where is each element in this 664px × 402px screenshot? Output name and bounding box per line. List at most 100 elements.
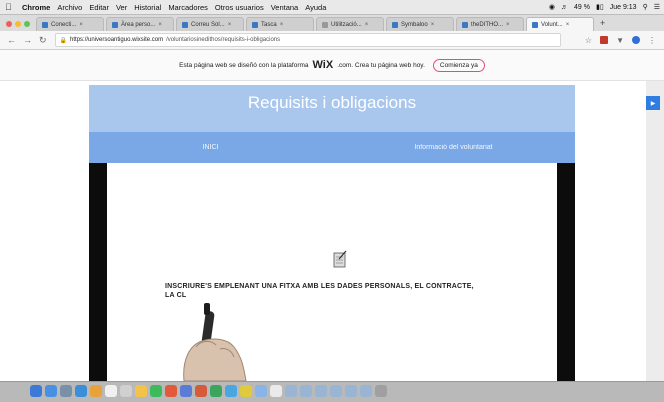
battery-icon[interactable]: ▮▯ — [596, 3, 604, 11]
tab-favicon-icon — [322, 21, 328, 28]
calendar-icon[interactable] — [105, 385, 117, 397]
folder-icon-6[interactable] — [360, 385, 372, 397]
comienza-ya-button[interactable]: Comienza ya — [432, 58, 485, 72]
macos-dock — [0, 381, 664, 402]
tab-favicon-icon — [42, 21, 48, 28]
close-tab-icon[interactable]: × — [228, 22, 232, 28]
menu-kebab-icon[interactable]: ⋮ — [648, 36, 656, 45]
skype-icon[interactable] — [225, 385, 237, 397]
menu-editar[interactable]: Editar — [89, 3, 109, 12]
tab-favicon-icon — [112, 21, 118, 28]
close-tab-icon[interactable]: × — [566, 22, 570, 28]
notification-center-icon[interactable]: ☰ — [654, 3, 660, 11]
extension-pin-icon[interactable]: ▼ — [616, 36, 624, 45]
tab-7[interactable]: theDITHO... × — [456, 17, 524, 31]
menubar-status-area: ◉ ♬ 49 % ▮▯ Jue 9:13 ⚲ ☰ — [549, 0, 660, 14]
close-tab-icon[interactable]: × — [280, 22, 284, 28]
video-player[interactable]: INSCRIURE'S EMPLENANT UNA FITXA AMB LES … — [89, 163, 575, 381]
apple-icon[interactable]:  — [5, 2, 15, 12]
close-tab-icon[interactable]: × — [158, 22, 162, 28]
volume-icon[interactable]: ♬ — [561, 4, 568, 11]
wix-banner-suffix: .com. Crea tu página web hoy. — [337, 61, 425, 69]
url-domain: https://universoantiguo.wixsite.com — [70, 37, 164, 43]
extension-red-icon[interactable] — [600, 36, 609, 44]
new-tab-button[interactable]: + — [600, 18, 605, 28]
tab-favicon-icon — [182, 21, 188, 28]
reload-icon[interactable]: ↻ — [39, 35, 47, 46]
trash-icon[interactable] — [375, 385, 387, 397]
nav-item-informacio-voluntariat[interactable]: Informació del voluntariat — [332, 132, 575, 163]
menu-otros-usuarios[interactable]: Otros usuarios — [215, 3, 264, 12]
bookmark-star-icon[interactable]: ☆ — [585, 36, 592, 45]
photos-icon[interactable] — [135, 385, 147, 397]
excel-icon[interactable] — [210, 385, 222, 397]
notepad-icon — [333, 250, 347, 268]
close-tab-icon[interactable]: × — [365, 22, 369, 28]
close-tab-icon[interactable]: × — [431, 22, 435, 28]
site-header: Requisits i obligacions INICI Informació… — [89, 85, 575, 163]
tab-3[interactable]: Correu Sol... × — [176, 17, 244, 31]
side-badge-icon[interactable]: ▶ — [646, 96, 660, 110]
chrome-icon[interactable] — [90, 385, 102, 397]
video-frame: INSCRIURE'S EMPLENANT UNA FITXA AMB LES … — [107, 163, 557, 381]
zoom-window-button[interactable] — [24, 21, 30, 27]
menu-marcadores[interactable]: Marcadores — [168, 3, 208, 12]
system-preferences-icon[interactable] — [60, 385, 72, 397]
tab-label: Utilització... — [331, 21, 362, 28]
folder-icon-1[interactable] — [285, 385, 297, 397]
toolbar-extensions: ☆ ▼ ⋮ — [585, 36, 656, 45]
notes-icon[interactable] — [120, 385, 132, 397]
clock[interactable]: Jue 9:13 — [610, 4, 637, 11]
menu-archivo[interactable]: Archivo — [57, 3, 82, 12]
wix-banner-text: Esta página web se diseñó con la platafo… — [179, 61, 309, 69]
document-icon[interactable] — [270, 385, 282, 397]
battery-percent: 49 % — [574, 3, 590, 11]
finder-icon[interactable] — [30, 385, 42, 397]
menu-historial[interactable]: Historial — [134, 3, 161, 12]
menu-app-name[interactable]: Chrome — [22, 3, 50, 12]
wifi-icon[interactable]: ◉ — [549, 3, 555, 11]
browser-toolbar: ← → ↻ 🔒 https://universoantiguo.wixsite.… — [0, 31, 664, 50]
tab-1[interactable]: Conecti... × — [36, 17, 104, 31]
powerpoint-icon[interactable] — [195, 385, 207, 397]
close-tab-icon[interactable]: × — [79, 22, 83, 28]
tab-5[interactable]: Utilització... × — [316, 17, 384, 31]
tab-favicon-icon — [462, 21, 468, 28]
macos-menubar:  Chrome Archivo Editar Ver Historial Ma… — [0, 0, 664, 15]
folder-icon-4[interactable] — [330, 385, 342, 397]
app-store-icon[interactable] — [240, 385, 252, 397]
folder-icon-5[interactable] — [345, 385, 357, 397]
site-nav: INICI Informació del voluntariat — [89, 132, 575, 163]
side-panel-strip: ▶ — [646, 81, 664, 381]
tab-8-active[interactable]: Volunt... × — [526, 17, 594, 31]
word-icon[interactable] — [180, 385, 192, 397]
forward-arrow-icon[interactable]: → — [23, 35, 32, 45]
wix-ad-banner: Esta página web se diseñó con la platafo… — [0, 50, 664, 81]
minimize-window-button[interactable] — [15, 21, 21, 27]
folder-icon-3[interactable] — [315, 385, 327, 397]
launchpad-icon[interactable] — [45, 385, 57, 397]
spotlight-icon[interactable]: ⚲ — [643, 3, 648, 11]
menu-ver[interactable]: Ver — [116, 3, 127, 12]
close-window-button[interactable] — [6, 21, 12, 27]
menu-ventana[interactable]: Ventana — [271, 3, 299, 12]
messages-icon[interactable] — [150, 385, 162, 397]
tab-label: Volunt... — [541, 21, 563, 28]
tab-2[interactable]: Àrea perso... × — [106, 17, 174, 31]
address-bar[interactable]: 🔒 https://universoantiguo.wixsite.com/vo… — [54, 33, 561, 47]
tab-label: Àrea perso... — [121, 21, 156, 28]
tab-6[interactable]: Symbaloo × — [386, 17, 454, 31]
close-tab-icon[interactable]: × — [506, 22, 510, 28]
music-icon[interactable] — [165, 385, 177, 397]
tab-4[interactable]: Tasca × — [246, 17, 314, 31]
profile-avatar-icon[interactable] — [632, 36, 640, 44]
dock-icons — [30, 385, 387, 397]
tab-favicon-icon — [532, 21, 538, 28]
back-arrow-icon[interactable]: ← — [7, 35, 16, 45]
menu-ayuda[interactable]: Ayuda — [305, 3, 326, 12]
tab-favicon-icon — [392, 21, 398, 28]
safari-icon[interactable] — [75, 385, 87, 397]
preview-icon[interactable] — [255, 385, 267, 397]
nav-item-inici[interactable]: INICI — [89, 132, 332, 163]
folder-icon-2[interactable] — [300, 385, 312, 397]
